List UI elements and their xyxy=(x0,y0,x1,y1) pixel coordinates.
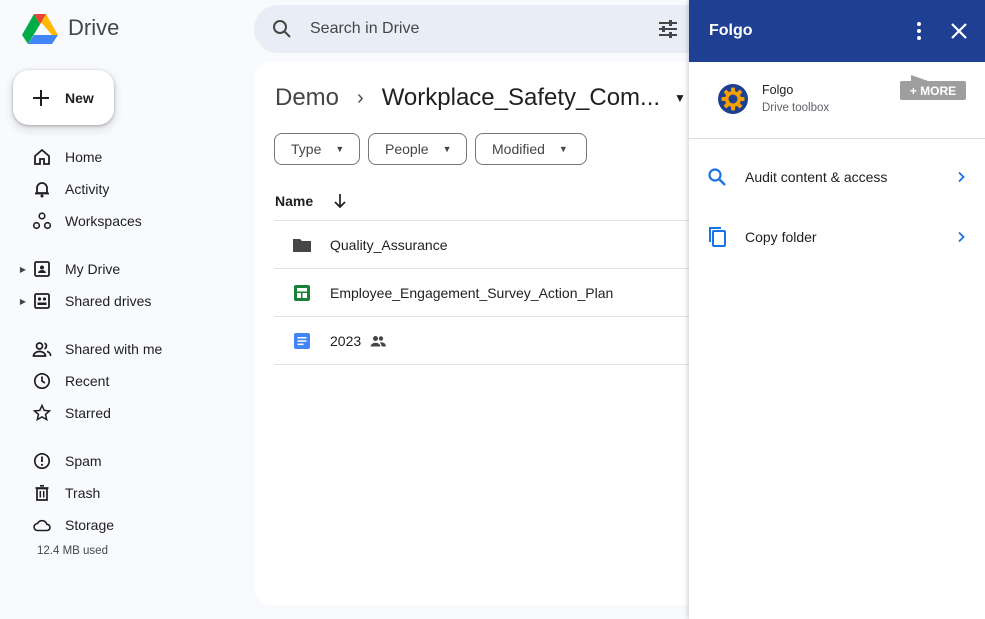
sidebar-item-trash[interactable]: Trash xyxy=(16,479,236,507)
cloud-icon xyxy=(33,519,51,532)
sidebar-item-storage[interactable]: Storage xyxy=(16,511,236,539)
sidebar-item-home[interactable]: Home xyxy=(16,143,236,171)
plus-icon xyxy=(33,89,49,106)
breadcrumb-root[interactable]: Demo xyxy=(275,84,339,112)
more-vert-icon[interactable] xyxy=(909,19,929,43)
sidebar-item-shared-with-me[interactable]: Shared with me xyxy=(16,335,236,363)
filter-people[interactable]: People ▼ xyxy=(368,133,467,165)
panel-title: Folgo xyxy=(709,22,753,39)
folgo-logo-icon xyxy=(718,84,748,114)
table-row[interactable]: 2023 xyxy=(274,317,715,365)
copy-icon xyxy=(709,227,726,247)
storage-used-text: 12.4 MB used xyxy=(37,545,108,557)
home-icon xyxy=(34,148,50,165)
addon-name: Folgo xyxy=(762,83,794,97)
search-icon[interactable] xyxy=(270,17,294,41)
filter-modified[interactable]: Modified ▼ xyxy=(475,133,587,165)
sidebar-item-workspaces[interactable]: Workspaces xyxy=(16,207,236,235)
sheets-icon xyxy=(294,285,310,301)
expand-arrow-icon[interactable]: ▶ xyxy=(18,297,28,306)
caret-down-icon: ▼ xyxy=(335,144,345,154)
my-drive-icon xyxy=(34,261,50,277)
close-icon[interactable] xyxy=(947,19,971,43)
table-row[interactable]: Quality_Assurance xyxy=(274,221,715,269)
workspaces-icon xyxy=(32,212,52,230)
file-name: Employee_Engagement_Survey_Action_Plan xyxy=(330,285,614,301)
bell-icon xyxy=(35,182,49,198)
shared-people-icon xyxy=(370,336,386,347)
shared-drives-icon xyxy=(34,293,50,309)
new-button[interactable]: New xyxy=(13,70,114,125)
search-icon xyxy=(708,168,726,186)
table-row[interactable]: Employee_Engagement_Survey_Action_Plan xyxy=(274,269,715,317)
sidebar-item-activity[interactable]: Activity xyxy=(16,175,236,203)
clock-icon xyxy=(33,372,51,390)
file-name: Quality_Assurance xyxy=(330,237,448,253)
file-browser: Demo › Workplace_Safety_Com... ▼ Type ▼ P… xyxy=(255,62,715,605)
drive-logo-icon xyxy=(22,14,58,44)
addon-subtitle: Drive toolbox xyxy=(762,102,830,114)
search-bar[interactable] xyxy=(254,5,714,53)
search-input[interactable] xyxy=(310,20,610,38)
sidebar-item-recent[interactable]: Recent xyxy=(16,367,236,395)
sidebar-item-spam[interactable]: Spam xyxy=(16,447,236,475)
chevron-right-icon xyxy=(958,171,965,183)
drive-logo[interactable]: Drive xyxy=(22,12,119,44)
caret-down-icon: ▼ xyxy=(558,144,568,154)
divider xyxy=(274,364,715,365)
more-button[interactable]: + MORE xyxy=(900,81,966,100)
audit-content-access-item[interactable]: Audit content & access xyxy=(689,157,985,197)
search-options-icon[interactable] xyxy=(656,17,680,41)
breadcrumb: Demo › Workplace_Safety_Com... ▼ xyxy=(275,84,686,112)
chevron-right-icon xyxy=(958,231,965,243)
star-icon xyxy=(32,403,52,422)
addon-card: Folgo Drive toolbox + MORE xyxy=(689,62,985,139)
chevron-right-icon: › xyxy=(357,86,364,109)
sidebar-item-shared-drives[interactable]: ▶ Shared drives xyxy=(16,287,236,315)
column-header-name[interactable]: Name xyxy=(275,192,349,210)
sidebar-item-my-drive[interactable]: ▶ My Drive xyxy=(16,255,236,283)
panel-header: Folgo xyxy=(689,0,985,62)
expand-arrow-icon[interactable]: ▶ xyxy=(18,265,28,274)
addon-side-panel: Folgo Folgo Drive toolbox + MORE Audit c… xyxy=(689,0,985,619)
trash-icon xyxy=(35,484,49,501)
docs-icon xyxy=(294,333,310,349)
file-name: 2023 xyxy=(330,333,362,349)
caret-down-icon: ▼ xyxy=(442,144,452,154)
spam-icon xyxy=(33,452,51,470)
copy-folder-item[interactable]: Copy folder xyxy=(689,217,985,257)
app-title: Drive xyxy=(68,15,120,40)
new-button-label: New xyxy=(65,89,94,106)
sidebar-item-starred[interactable]: Starred xyxy=(16,399,236,427)
sort-arrow-down-icon[interactable] xyxy=(331,192,349,210)
caret-down-icon[interactable]: ▼ xyxy=(674,91,686,105)
filter-type[interactable]: Type ▼ xyxy=(274,133,360,165)
breadcrumb-current[interactable]: Workplace_Safety_Com... xyxy=(382,84,660,112)
folder-icon xyxy=(293,239,311,252)
people-icon xyxy=(32,342,52,357)
